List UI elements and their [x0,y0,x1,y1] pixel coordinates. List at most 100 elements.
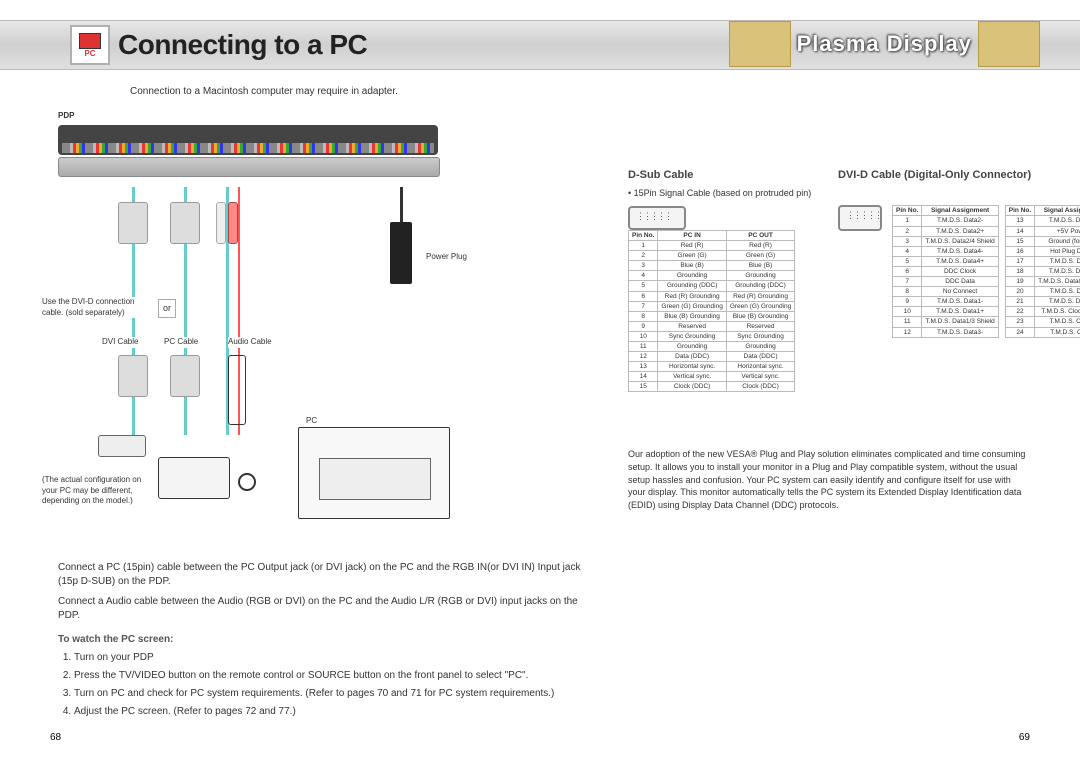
cell: Grounding [658,271,726,281]
step-3: Turn on PC and check for PC system requi… [74,687,588,701]
cell: Green (G) [658,251,726,261]
table-row: 15Clock (DDC)Clock (DDC) [629,382,795,392]
page-number-right: 69 [1019,732,1030,743]
cell: 17 [1005,256,1034,266]
table-row: 5T.M.D.S. Data4+ [893,256,999,266]
table-row: 23T.M.D.S. Clock+ [1005,317,1080,327]
left-column: PDP Power Plug Use the DV [58,110,588,723]
vga-port-panel-icon [158,457,230,499]
cell: Blue (B) [658,261,726,271]
cell: T.M.D.S. Data0+ [1035,266,1080,276]
pc-cable-label: PC Cable [164,337,198,347]
table-row: 5Grounding (DDC)Grounding (DDC) [629,281,795,291]
table-row: 10Sync GroundingSync Grounding [629,331,795,341]
page-title: Connecting to a PC [118,29,367,61]
cell: 5 [629,281,658,291]
dsub-section: D-Sub Cable • 15Pin Signal Cable (based … [628,168,818,408]
cell: 12 [893,327,922,337]
table-row: 1T.M.D.S. Data2- [893,216,999,226]
audio-jacks-top [216,202,238,244]
pc-icon: PC [70,25,110,65]
pc-illustration [298,427,450,519]
th: Signal Assignment [1035,206,1080,216]
pc-label: PC [306,415,317,426]
cell: Sync Grounding [658,331,726,341]
cell: T.M.D.S. Data3- [922,327,998,337]
para-b: Connect a Audio cable between the Audio … [58,595,588,623]
cell: Horizontal sync. [726,362,794,372]
wire-power-icon [400,187,403,227]
cell: 9 [629,321,658,331]
th: PC OUT [726,230,794,240]
table-row: 10T.M.D.S. Data1+ [893,307,999,317]
cell: 13 [629,362,658,372]
table-row: 16Hot Plug Detect [1005,246,1080,256]
table-row: 24T.M.D.S. Clock- [1005,327,1080,337]
cell: T.M.D.S. Data3+ [1035,216,1080,226]
cell: 19 [1005,277,1034,287]
table-row: 9ReservedReserved [629,321,795,331]
dvi-connector-bottom [118,355,148,397]
step-4: Adjust the PC screen. (Refer to pages 72… [74,705,588,719]
cell: Data (DDC) [658,352,726,362]
pc-icon-label: PC [84,49,95,58]
monitor-icon [79,33,101,49]
cell: Ground (for +5V) [1035,236,1080,246]
step-2: Press the TV/VIDEO button on the remote … [74,669,588,683]
cell: DDC Clock [922,266,998,276]
right-column: D-Sub Cable • 15Pin Signal Cable (based … [628,168,1028,511]
cell: T.M.D.S. Data0- [1035,256,1080,266]
steps-heading: To watch the PC screen: [58,633,588,647]
cell: T.M.D.S. Data5+ [1035,297,1080,307]
cell: 24 [1005,327,1034,337]
cell: 15 [629,382,658,392]
table-row: 14+5V Power [1005,226,1080,236]
dsub-pin-table: Pin No. PC IN PC OUT 1Red (R)Red (R)2Gre… [628,230,795,393]
table-row: 13Horizontal sync.Horizontal sync. [629,362,795,372]
config-note: (The actual configuration on your PC may… [42,475,142,506]
dvi-connector-top [118,202,148,244]
cell: Green (G) [726,251,794,261]
page-number-left: 68 [50,732,61,743]
cell: Grounding (DDC) [726,281,794,291]
step-1: Turn on your PDP [74,651,588,665]
cell: 8 [893,287,922,297]
cell: Horizontal sync. [658,362,726,372]
power-plug-icon [390,222,412,284]
cell: Grounding (DDC) [658,281,726,291]
circuit-art-icon [978,21,1040,67]
para-a: Connect a PC (15pin) cable between the P… [58,561,588,589]
cell: 2 [893,226,922,236]
table-row: 6DDC Clock [893,266,999,276]
wiring-diagram: Power Plug Use the DVI-D connection cabl… [58,187,588,557]
cell: 5 [893,256,922,266]
dsub-bullet: • 15Pin Signal Cable (based on protruded… [628,187,818,200]
cell: T.M.D.S. Data1- [922,297,998,307]
table-row: 21T.M.D.S. Data5+ [1005,297,1080,307]
brand-bar: Plasma Display [729,20,1040,68]
table-row: 3Blue (B)Blue (B) [629,261,795,271]
cell: Red (R) Grounding [726,291,794,301]
cell: Red (R) [726,241,794,251]
table-row: 12T.M.D.S. Data3- [893,327,999,337]
cell: T.M.D.S. Clock- [1035,327,1080,337]
dvi-port-icon [98,435,146,457]
cell: 12 [629,352,658,362]
cell: Grounding [726,271,794,281]
cell: 3 [893,236,922,246]
cell: +5V Power [1035,226,1080,236]
cell: Hot Plug Detect [1035,246,1080,256]
table-row: 22T.M.D.S. Clock Shield [1005,307,1080,317]
audio-port-icon [238,473,256,491]
audio-cable-label: Audio Cable [228,337,272,347]
instruction-block: Connect a PC (15pin) cable between the P… [58,561,588,719]
pin-section-row: D-Sub Cable • 15Pin Signal Cable (based … [628,168,1028,408]
cell: Blue (B) Grounding [726,311,794,321]
cell: 2 [629,251,658,261]
cell: 4 [893,246,922,256]
th: Pin No. [1005,206,1034,216]
table-row: 2Green (G)Green (G) [629,251,795,261]
cell: Red (R) [658,241,726,251]
table-row: 8No Connect [893,287,999,297]
table-row: 1Red (R)Red (R) [629,241,795,251]
